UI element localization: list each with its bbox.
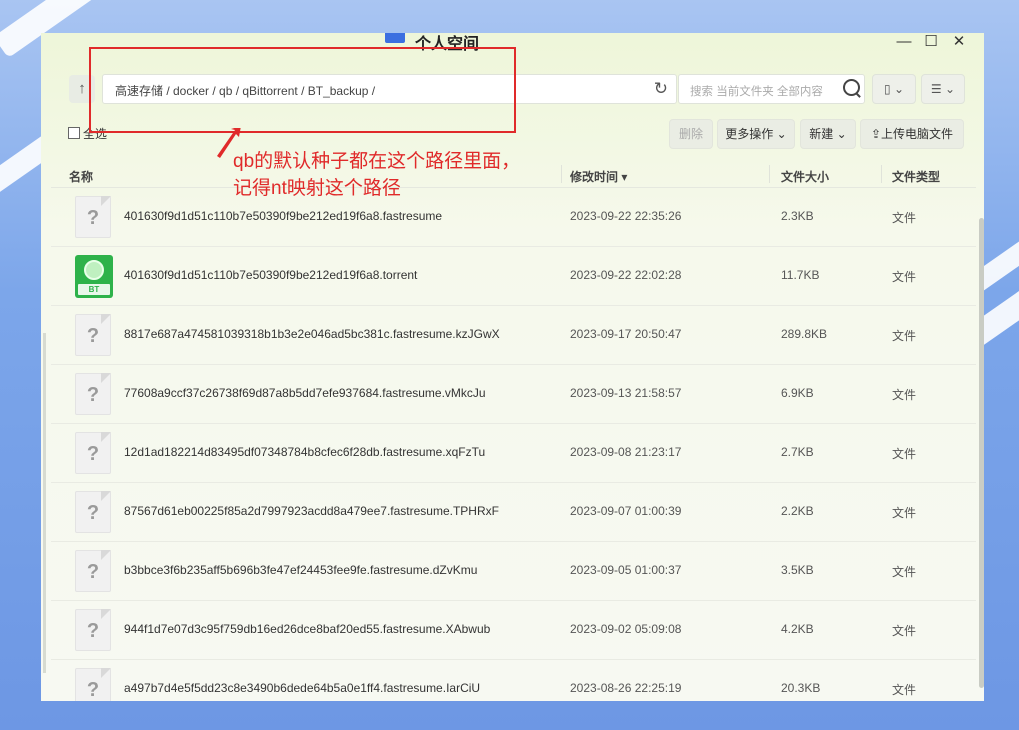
file-modified: 2023-09-02 05:09:08: [570, 622, 682, 636]
column-divider: [881, 165, 882, 183]
file-type: 文件: [892, 388, 917, 402]
delete-button[interactable]: 删除: [669, 119, 713, 149]
file-type: 文件: [892, 506, 917, 520]
column-divider: [769, 165, 770, 183]
file-name: 944f1d7e07d3c95f759db16ed26dce8baf20ed55…: [124, 622, 491, 636]
search-placeholder: 搜索 当前文件夹 全部内容: [690, 86, 823, 98]
annotation-line-1: qb的默认种子都在这个路径里面，: [233, 151, 521, 172]
file-size: 2.7KB: [781, 445, 814, 459]
file-name: 77608a9ccf37c26738f69d87a8b5dd7efe937684…: [124, 386, 486, 400]
file-type: 文件: [892, 624, 917, 638]
file-modified: 2023-09-05 01:00:37: [570, 563, 682, 577]
column-size[interactable]: 文件大小: [781, 168, 829, 185]
file-size: 20.3KB: [781, 681, 821, 695]
table-row[interactable]: ? a497b7d4e5f5dd23c8e3490b6dede64b5a0e1f…: [51, 660, 976, 701]
view-mode-button[interactable]: ▯ ⌄: [872, 74, 916, 104]
unknown-file-icon: ?: [75, 432, 111, 474]
file-name: 8817e687a474581039318b1b3e2e046ad5bc381c…: [124, 327, 500, 341]
file-size: 4.2KB: [781, 622, 814, 636]
file-type: 文件: [892, 270, 917, 284]
file-list: ? 401630f9d1d51c110b7e50390f9be212ed19f6…: [51, 188, 976, 701]
upload-button[interactable]: ⇪上传电脑文件: [860, 119, 964, 149]
checkbox[interactable]: [68, 127, 80, 139]
column-modified[interactable]: 修改时间 ▾: [570, 168, 627, 185]
column-type[interactable]: 文件类型: [892, 168, 940, 185]
unknown-file-icon: ?: [75, 668, 111, 701]
column-divider: [561, 165, 562, 183]
file-size: 2.2KB: [781, 504, 814, 518]
search-input[interactable]: 搜索 当前文件夹 全部内容: [678, 74, 865, 104]
file-name: a497b7d4e5f5dd23c8e3490b6dede64b5a0e1ff4…: [124, 681, 481, 695]
file-type: 文件: [892, 447, 917, 461]
table-row[interactable]: ? 87567d61eb00225f85a2d7997923acdd8a479e…: [51, 483, 976, 542]
unknown-file-icon: ?: [75, 314, 111, 356]
file-name: 401630f9d1d51c110b7e50390f9be212ed19f6a8…: [124, 209, 443, 223]
annotation-highlight-box: [89, 47, 516, 133]
file-modified: 2023-08-26 22:25:19: [570, 681, 682, 695]
window-edge: [43, 333, 46, 673]
file-modified: 2023-09-08 21:23:17: [570, 445, 682, 459]
annotation-text: qb的默认种子都在这个路径里面， 记得nt映射这个路径: [233, 148, 520, 202]
file-size: 3.5KB: [781, 563, 814, 577]
file-name: 87567d61eb00225f85a2d7997923acdd8a479ee7…: [124, 504, 499, 518]
file-name: b3bbce3f6b235aff5b696b3fe47ef24453fee9fe…: [124, 563, 478, 577]
file-modified: 2023-09-07 01:00:39: [570, 504, 682, 518]
refresh-icon[interactable]: ↻: [654, 79, 668, 99]
table-row[interactable]: ? b3bbce3f6b235aff5b696b3fe47ef24453fee9…: [51, 542, 976, 601]
file-modified: 2023-09-22 22:35:26: [570, 209, 682, 223]
more-actions-button[interactable]: 更多操作 ⌄: [717, 119, 795, 149]
file-type: 文件: [892, 329, 917, 343]
file-size: 11.7KB: [781, 268, 820, 282]
maximize-icon[interactable]: ☐: [923, 34, 939, 50]
bt-torrent-icon: BT: [75, 255, 113, 298]
scrollbar[interactable]: [978, 188, 984, 701]
file-size: 6.9KB: [781, 386, 814, 400]
unknown-file-icon: ?: [75, 196, 111, 238]
upload-label: 上传电脑文件: [881, 127, 954, 141]
file-type: 文件: [892, 565, 917, 579]
unknown-file-icon: ?: [75, 550, 111, 592]
file-modified: 2023-09-17 20:50:47: [570, 327, 682, 341]
sort-list-button[interactable]: ☰ ⌄: [921, 74, 965, 104]
upload-icon: ⇪: [870, 127, 882, 141]
scrollbar-thumb[interactable]: [979, 218, 984, 688]
unknown-file-icon: ?: [75, 373, 111, 415]
folder-icon: [385, 33, 405, 43]
file-size: 289.8KB: [781, 327, 828, 341]
unknown-file-icon: ?: [75, 609, 111, 651]
file-type: 文件: [892, 683, 917, 697]
column-name[interactable]: 名称: [69, 168, 93, 185]
table-row[interactable]: BT 401630f9d1d51c110b7e50390f9be212ed19f…: [51, 247, 976, 306]
table-row[interactable]: ? 8817e687a474581039318b1b3e2e046ad5bc38…: [51, 306, 976, 365]
table-row[interactable]: ? 77608a9ccf37c26738f69d87a8b5dd7efe9376…: [51, 365, 976, 424]
minimize-icon[interactable]: —: [896, 34, 912, 50]
file-modified: 2023-09-13 21:58:57: [570, 386, 682, 400]
file-modified: 2023-09-22 22:02:28: [570, 268, 682, 282]
table-row[interactable]: ? 944f1d7e07d3c95f759db16ed26dce8baf20ed…: [51, 601, 976, 660]
file-name: 401630f9d1d51c110b7e50390f9be212ed19f6a8…: [124, 268, 418, 282]
close-icon[interactable]: ✕: [951, 34, 967, 50]
table-row[interactable]: ? 12d1ad182214d83495df07348784b8cfec6f28…: [51, 424, 976, 483]
unknown-file-icon: ?: [75, 491, 111, 533]
annotation-line-2: 记得nt映射这个路径: [233, 178, 401, 199]
file-name: 12d1ad182214d83495df07348784b8cfec6f28db…: [124, 445, 486, 459]
file-size: 2.3KB: [781, 209, 814, 223]
search-icon[interactable]: [843, 79, 860, 96]
file-type: 文件: [892, 211, 917, 225]
file-manager-window: 个人空间 — ☐ ✕ ↑ 高速存储 / docker / qb / qBitto…: [41, 33, 984, 701]
new-button[interactable]: 新建 ⌄: [800, 119, 856, 149]
